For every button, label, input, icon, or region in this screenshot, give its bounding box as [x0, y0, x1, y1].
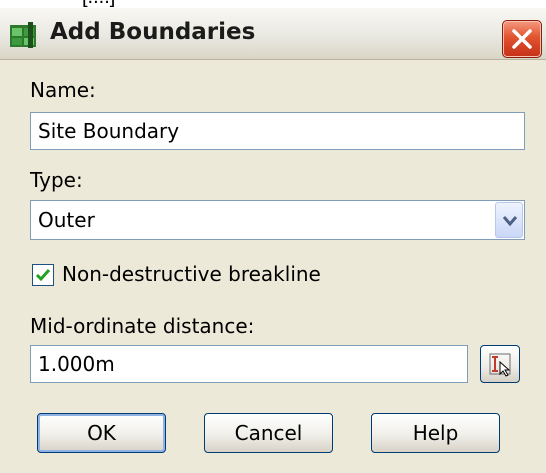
- midordinate-label: Mid-ordinate distance:: [30, 314, 255, 338]
- partial-previous-text: [....]: [0, 0, 546, 8]
- close-button[interactable]: [502, 20, 542, 58]
- cancel-button[interactable]: Cancel: [204, 413, 333, 453]
- dropdown-button[interactable]: [495, 202, 523, 238]
- title-bar[interactable]: Add Boundaries: [0, 8, 546, 60]
- midordinate-input[interactable]: 1.000m: [30, 345, 468, 383]
- close-x-icon: [512, 29, 532, 49]
- name-input[interactable]: Site Boundary: [30, 112, 525, 150]
- civil-3d-surface-icon: [10, 22, 36, 48]
- chevron-down-icon: [502, 216, 518, 227]
- non-destructive-breakline-label[interactable]: Non-destructive breakline: [62, 262, 321, 286]
- name-label: Name:: [30, 78, 96, 102]
- ok-button[interactable]: OK: [37, 413, 166, 453]
- type-dropdown[interactable]: Outer: [30, 200, 525, 240]
- help-button[interactable]: Help: [371, 413, 500, 453]
- dialog-title: Add Boundaries: [50, 19, 256, 45]
- partial-text: [....]: [82, 0, 115, 8]
- non-destructive-breakline-checkbox[interactable]: [32, 264, 54, 286]
- type-label: Type:: [30, 168, 83, 192]
- type-selected-value: Outer: [38, 208, 95, 232]
- pick-in-drawing-icon: [489, 353, 511, 377]
- checkmark-icon: [35, 269, 51, 282]
- pick-distance-button[interactable]: [480, 345, 520, 383]
